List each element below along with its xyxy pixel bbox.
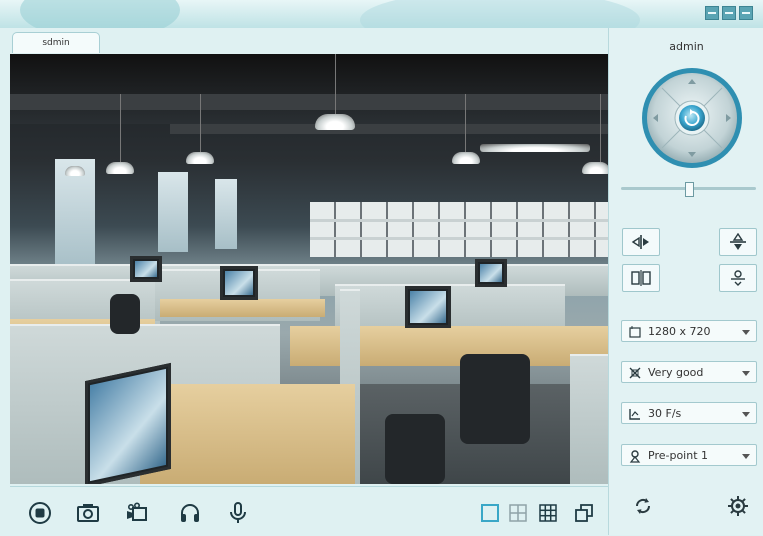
close-icon[interactable] bbox=[739, 6, 753, 20]
ir-cut-icon bbox=[731, 270, 745, 286]
video-window bbox=[215, 179, 237, 249]
mirror-button[interactable] bbox=[622, 264, 660, 292]
video-chair bbox=[460, 354, 530, 444]
chevron-down-icon bbox=[742, 330, 750, 335]
video-lamp bbox=[106, 162, 134, 174]
resolution-icon bbox=[629, 326, 641, 338]
username-label: admin bbox=[669, 40, 704, 53]
video-cubicle-wall bbox=[570, 354, 608, 484]
control-panel: admin 1280 x 720 Very good 30 F/s Pre-po… bbox=[608, 28, 763, 535]
chevron-down-icon bbox=[742, 454, 750, 459]
video-chair bbox=[385, 414, 445, 484]
flip-horizontal-button[interactable] bbox=[622, 228, 660, 256]
preset-dropdown[interactable]: Pre-point 1 bbox=[621, 444, 757, 466]
ir-cut-button[interactable] bbox=[719, 264, 757, 292]
settings-gear-icon[interactable] bbox=[727, 495, 749, 517]
framerate-dropdown[interactable]: 30 F/s bbox=[621, 402, 757, 424]
flip-vertical-button[interactable] bbox=[719, 228, 757, 256]
flip-horizontal-icon bbox=[631, 235, 649, 249]
maximize-icon[interactable] bbox=[722, 6, 736, 20]
video-record-icon[interactable] bbox=[124, 501, 148, 525]
bottom-toolbar bbox=[10, 486, 608, 536]
video-lamp-wire bbox=[200, 94, 201, 154]
video-lamp bbox=[315, 114, 355, 130]
preset-value: Pre-point 1 bbox=[648, 449, 709, 462]
minimize-icon[interactable] bbox=[705, 6, 719, 20]
camera-video-feed[interactable] bbox=[10, 54, 608, 484]
stop-icon[interactable] bbox=[28, 501, 52, 525]
ptz-control-pad[interactable] bbox=[640, 66, 744, 170]
video-beam bbox=[170, 124, 608, 134]
video-monitor bbox=[130, 256, 162, 282]
video-lamp bbox=[65, 166, 85, 176]
zoom-slider-thumb[interactable] bbox=[685, 182, 694, 197]
quad-view-icon[interactable] bbox=[506, 501, 530, 525]
microphone-icon[interactable] bbox=[226, 501, 250, 525]
title-bar bbox=[0, 0, 763, 50]
quality-dropdown[interactable]: Very good bbox=[621, 361, 757, 383]
video-ceiling-light bbox=[480, 144, 590, 152]
resolution-value: 1280 x 720 bbox=[648, 325, 711, 338]
video-lamp bbox=[582, 162, 608, 174]
video-lamp bbox=[452, 152, 480, 164]
video-shelf-row bbox=[310, 237, 608, 240]
video-lamp bbox=[186, 152, 214, 164]
mirror-icon bbox=[631, 270, 651, 286]
video-beam bbox=[10, 94, 608, 110]
flip-vertical-icon bbox=[730, 233, 746, 250]
chevron-down-icon bbox=[742, 412, 750, 417]
video-lamp-wire bbox=[465, 94, 466, 154]
single-view-icon[interactable] bbox=[478, 501, 502, 525]
video-monitor bbox=[475, 259, 507, 287]
nine-view-icon[interactable] bbox=[536, 501, 560, 525]
video-desk bbox=[160, 299, 325, 317]
quality-icon bbox=[629, 367, 641, 379]
video-chair bbox=[110, 294, 140, 334]
camera-icon[interactable] bbox=[76, 501, 100, 525]
video-monitor bbox=[85, 362, 171, 484]
video-lamp-wire bbox=[335, 54, 336, 114]
video-ceiling bbox=[10, 54, 608, 124]
framerate-value: 30 F/s bbox=[648, 407, 682, 420]
preset-pin-icon bbox=[629, 450, 641, 463]
video-desk bbox=[290, 326, 608, 366]
video-lamp-wire bbox=[120, 94, 121, 164]
video-lamp-wire bbox=[600, 94, 601, 164]
video-monitor bbox=[220, 266, 258, 300]
refresh-icon[interactable] bbox=[632, 495, 654, 517]
tab-camera[interactable]: sdmin bbox=[12, 32, 100, 53]
popout-window-icon[interactable] bbox=[572, 501, 596, 525]
chevron-down-icon bbox=[742, 371, 750, 376]
video-window bbox=[158, 172, 188, 252]
video-shelf-row bbox=[310, 219, 608, 222]
quality-value: Very good bbox=[648, 366, 704, 379]
headphones-icon[interactable] bbox=[178, 501, 202, 525]
resolution-dropdown[interactable]: 1280 x 720 bbox=[621, 320, 757, 342]
video-monitor bbox=[405, 286, 451, 328]
framerate-icon bbox=[629, 409, 640, 420]
video-desk bbox=[140, 384, 355, 484]
video-bookshelf bbox=[310, 202, 608, 257]
